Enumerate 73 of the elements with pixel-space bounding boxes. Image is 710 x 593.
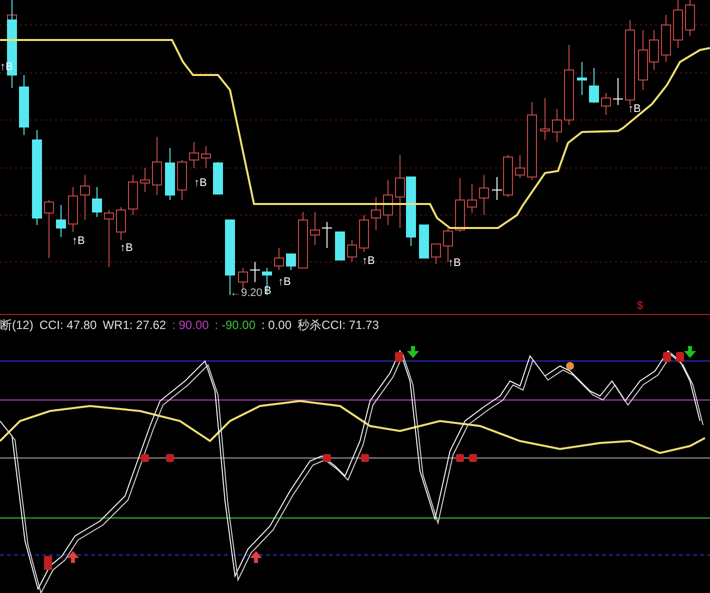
candlestick — [286, 254, 296, 270]
buy-signal-label: ↑B — [448, 258, 461, 269]
candlestick — [68, 186, 78, 232]
candlestick — [540, 98, 550, 140]
candlestick — [250, 262, 260, 282]
candlestick — [165, 148, 175, 200]
candlestick — [612, 78, 624, 106]
candlestick — [467, 184, 477, 214]
candlestick — [431, 244, 441, 264]
candlestick — [322, 222, 332, 248]
signal-marker — [361, 454, 369, 462]
signal-marker — [663, 352, 671, 362]
candlestick — [80, 174, 90, 220]
signal-marker — [395, 352, 403, 362]
indicator-title: 断(12) — [0, 316, 34, 334]
signal-marker — [566, 362, 574, 370]
indicator-reading: CCI: 47.80 — [39, 316, 97, 334]
candlestick — [128, 174, 138, 216]
arrow-down-icon — [407, 346, 419, 358]
marker-symbol: $ — [637, 301, 644, 312]
arrow-up-icon — [67, 551, 79, 563]
candlestick — [298, 212, 308, 268]
candlestick — [589, 68, 599, 104]
candlestick — [661, 14, 671, 62]
candlestick — [335, 232, 345, 260]
candlestick — [359, 214, 369, 252]
buy-signal-label: ↑B — [278, 277, 291, 288]
candlestick — [419, 224, 429, 258]
candlestick — [515, 154, 525, 178]
candlestick — [189, 142, 199, 168]
buy-signal-label: ↑B — [362, 256, 375, 267]
candlestick — [177, 160, 187, 200]
arrow-up-icon — [250, 551, 262, 563]
signal-marker — [456, 454, 464, 462]
candlestick — [152, 136, 162, 196]
candlestick — [44, 200, 54, 258]
low-price-label: ←9.20 — [230, 288, 262, 299]
indicator-reading: : 0.00 — [262, 316, 292, 334]
candlestick — [116, 206, 126, 240]
candlestick — [347, 240, 357, 262]
indicator-reading: WR1: 27.62 — [102, 316, 166, 334]
candlestick — [552, 108, 562, 142]
signal-marker — [469, 454, 477, 462]
candlestick — [92, 186, 102, 218]
signal-marker — [141, 454, 149, 462]
candlestick — [213, 162, 223, 194]
candlestick — [104, 210, 114, 268]
buy-signal-label: ↑B — [120, 243, 133, 254]
buy-signal-label: ↑B — [194, 178, 207, 189]
candlestick — [383, 180, 393, 226]
signal-marker — [44, 556, 52, 570]
indicator-reading: : 90.00 — [172, 316, 209, 334]
candlestick — [601, 92, 611, 116]
candlestick — [201, 146, 211, 168]
candlestick — [19, 74, 29, 136]
indicator-reading: : -90.00 — [214, 316, 256, 334]
signal-marker — [166, 454, 174, 462]
candlestick — [274, 248, 284, 270]
indicator-reading: 秒杀CCI: 71.73 — [298, 316, 379, 334]
candlestick — [479, 174, 489, 216]
signal-marker — [676, 352, 684, 362]
signal-marker — [323, 454, 331, 462]
candlestick — [140, 168, 150, 192]
candlestick — [56, 204, 66, 238]
buy-signal-label: ↑B — [72, 236, 85, 247]
candlestick — [577, 62, 587, 96]
buy-signal-label: ↑B — [0, 62, 13, 73]
candlestick — [406, 176, 416, 246]
buy-signal-label: ↑B — [628, 104, 641, 115]
candlestick — [455, 178, 465, 232]
candlestick — [371, 196, 381, 230]
candlestick — [310, 212, 320, 246]
arrow-down-icon — [684, 346, 696, 358]
